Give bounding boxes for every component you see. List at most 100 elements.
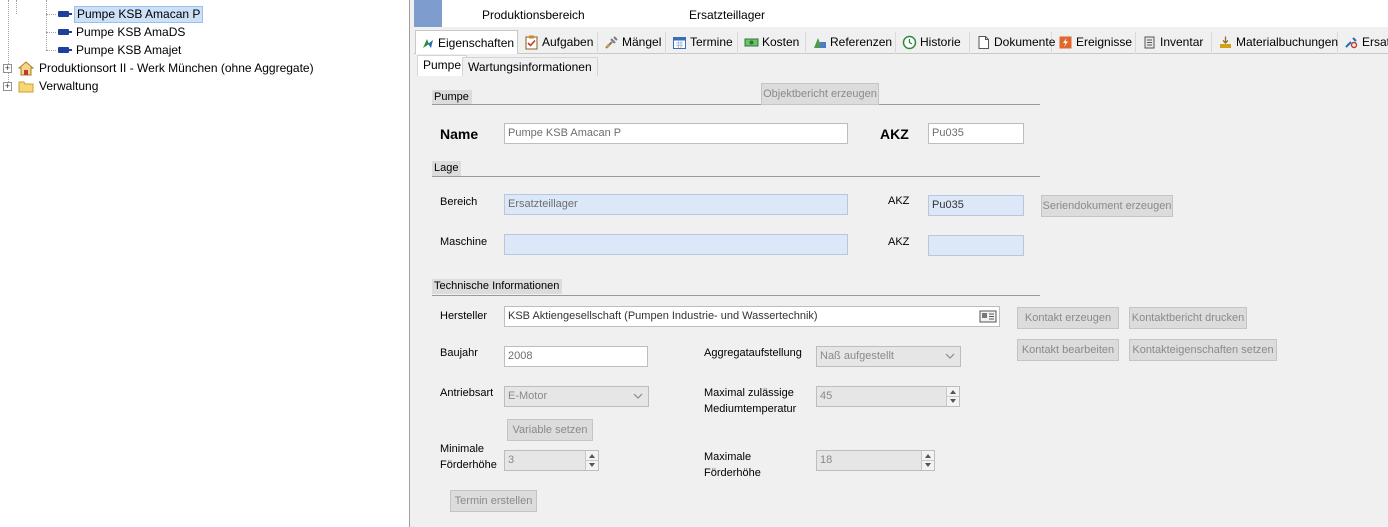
hersteller-field[interactable]: KSB Aktiengesellschaft (Pumpen Industrie… xyxy=(504,306,1000,327)
document-icon xyxy=(978,36,989,49)
tab-aufgaben[interactable]: Aufgaben xyxy=(520,32,598,54)
max-foerderhoehe-label-1: Maximale xyxy=(704,451,752,463)
pump-icon xyxy=(58,29,72,35)
tab-eigenschaften[interactable]: Eigenschaften xyxy=(415,30,518,55)
tab-materialbuchungen[interactable]: Materialbuchungen xyxy=(1214,32,1338,54)
akz-field[interactable]: Pu035 xyxy=(928,123,1024,144)
tab-ereignisse[interactable]: Ereignisse xyxy=(1054,32,1136,54)
tab-referenzen[interactable]: Referenzen xyxy=(808,32,896,54)
min-foerderhoehe-stepper[interactable]: 3 xyxy=(504,450,599,471)
antriebsart-select[interactable]: E-Motor xyxy=(504,386,649,407)
kontakt-bearbeiten-button[interactable]: Kontakt bearbeiten xyxy=(1017,339,1119,361)
kontakteigenschaften-setzen-button[interactable]: Kontakteigenschaften setzen xyxy=(1129,339,1277,361)
header-accent xyxy=(414,0,442,27)
aggregataufstellung-label: Aggregataufstellung xyxy=(704,347,802,359)
name-field[interactable]: Pumpe KSB Amacan P xyxy=(504,123,848,144)
object-tree[interactable]: Pumpe KSB Amacan P Pumpe KSB AmaDS Pumpe… xyxy=(0,0,410,527)
bereich-label: Bereich xyxy=(440,196,478,208)
tab-label: Eigenschaften xyxy=(438,36,515,50)
tab-label: Historie xyxy=(920,35,961,49)
stepper-down-icon[interactable] xyxy=(589,463,595,467)
contact-card-icon[interactable] xyxy=(979,309,997,324)
seriendokument-erzeugen-button[interactable]: Seriendokument erzeugen xyxy=(1041,195,1173,217)
money-icon xyxy=(744,38,759,47)
antriebsart-value: E-Motor xyxy=(508,390,548,402)
section-title-technische-informationen: Technische Informationen xyxy=(432,279,563,294)
tab-termine[interactable]: Termine xyxy=(668,32,738,54)
tab-label: Inventar xyxy=(1160,35,1204,49)
baujahr-field[interactable]: 2008 xyxy=(504,346,648,367)
calendar-icon xyxy=(673,37,686,49)
clipboard-check-icon xyxy=(525,35,538,50)
section-divider xyxy=(432,104,1040,105)
stepper-up-icon[interactable] xyxy=(950,390,956,394)
maschine-akz-label: AKZ xyxy=(888,236,910,248)
house-icon xyxy=(18,61,34,76)
antriebsart-label: Antriebsart xyxy=(440,387,494,399)
stepper-down-icon[interactable] xyxy=(950,399,956,403)
tree-guide-line xyxy=(46,14,56,15)
header-label: Produktionsbereich xyxy=(482,8,585,22)
header-value: Ersatzteillager xyxy=(689,8,766,22)
kontaktbericht-drucken-button[interactable]: Kontaktbericht drucken xyxy=(1129,307,1247,329)
stepper-up-icon[interactable] xyxy=(925,454,931,458)
stepper-buttons[interactable] xyxy=(946,387,959,406)
stepper-up-icon[interactable] xyxy=(589,454,595,458)
tree-item-label: Pumpe KSB AmaDS xyxy=(76,25,186,39)
tree-expand-toggle[interactable]: + xyxy=(3,64,12,73)
folder-icon xyxy=(18,81,34,93)
hersteller-label: Hersteller xyxy=(440,310,488,322)
min-foerderhoehe-value: 3 xyxy=(508,454,515,466)
variable-setzen-button[interactable]: Variable setzen xyxy=(507,419,593,441)
event-icon xyxy=(1059,36,1072,49)
tree-guide-line xyxy=(46,0,47,50)
name-label: Name xyxy=(440,126,479,142)
tab-label: Termine xyxy=(690,35,733,49)
maschine-field[interactable] xyxy=(504,234,848,255)
tab-label: Referenzen xyxy=(830,35,893,49)
stepper-down-icon[interactable] xyxy=(925,463,931,467)
tab-label: Ereignisse xyxy=(1076,35,1133,49)
max-foerderhoehe-stepper[interactable]: 18 xyxy=(816,450,935,471)
tree-expand-toggle[interactable]: + xyxy=(3,82,12,91)
tab-inventar[interactable]: Inventar xyxy=(1138,32,1212,54)
aggregataufstellung-select[interactable]: Naß aufgestellt xyxy=(816,346,961,367)
chevron-down-icon xyxy=(633,393,643,399)
tree-guide-line xyxy=(16,0,17,14)
bereich-akz-label: AKZ xyxy=(888,195,910,207)
max-mediumtemperatur-stepper[interactable]: 45 xyxy=(816,386,960,407)
subtab-wartungsinformationen[interactable]: Wartungsinformationen xyxy=(462,57,598,76)
header-strip: Produktionsbereich Ersatzteillager xyxy=(414,0,1388,27)
termin-erstellen-button[interactable]: Termin erstellen xyxy=(450,490,537,512)
tree-guide-line xyxy=(46,50,56,51)
tab-maengel[interactable]: Mängel xyxy=(600,32,666,54)
tab-label: Materialbuchungen xyxy=(1236,35,1339,49)
tab-ersatzteile[interactable]: Ersat xyxy=(1340,32,1388,54)
tree-item-label: Pumpe KSB Amacan P xyxy=(74,6,204,23)
maschine-akz-field[interactable] xyxy=(928,235,1024,256)
aggregataufstellung-value: Naß aufgestellt xyxy=(820,350,894,362)
bereich-akz-field[interactable]: Pu035 xyxy=(928,195,1024,216)
max-mediumtemperatur-label-2: Mediumtemperatur xyxy=(704,403,797,415)
tab-dokumente[interactable]: Dokumente xyxy=(972,32,1055,54)
baujahr-label: Baujahr xyxy=(440,347,478,359)
tab-label: Aufgaben xyxy=(542,35,594,49)
tab-kosten[interactable]: Kosten xyxy=(740,32,806,54)
max-mediumtemperatur-value: 45 xyxy=(820,390,833,402)
subtab-pumpe[interactable]: Pumpe xyxy=(417,55,468,76)
objektbericht-erzeugen-button[interactable]: Objektbericht erzeugen xyxy=(761,83,879,105)
spare-parts-icon xyxy=(1345,37,1358,49)
chevron-down-icon xyxy=(945,353,955,359)
stepper-buttons[interactable] xyxy=(921,451,934,470)
bereich-field[interactable]: Ersatzteillager xyxy=(504,194,848,215)
akz-label: AKZ xyxy=(880,126,909,142)
detail-pane: Produktionsbereich Ersatzteillager Eigen… xyxy=(414,0,1388,527)
tab-historie[interactable]: Historie xyxy=(898,32,970,54)
tab-label: Mängel xyxy=(622,35,662,49)
wrench-icon xyxy=(605,36,618,49)
stepper-buttons[interactable] xyxy=(585,451,598,470)
properties-icon xyxy=(423,39,433,48)
history-clock-icon xyxy=(902,35,917,50)
pump-icon xyxy=(58,11,72,17)
kontakt-erzeugen-button[interactable]: Kontakt erzeugen xyxy=(1017,307,1119,329)
